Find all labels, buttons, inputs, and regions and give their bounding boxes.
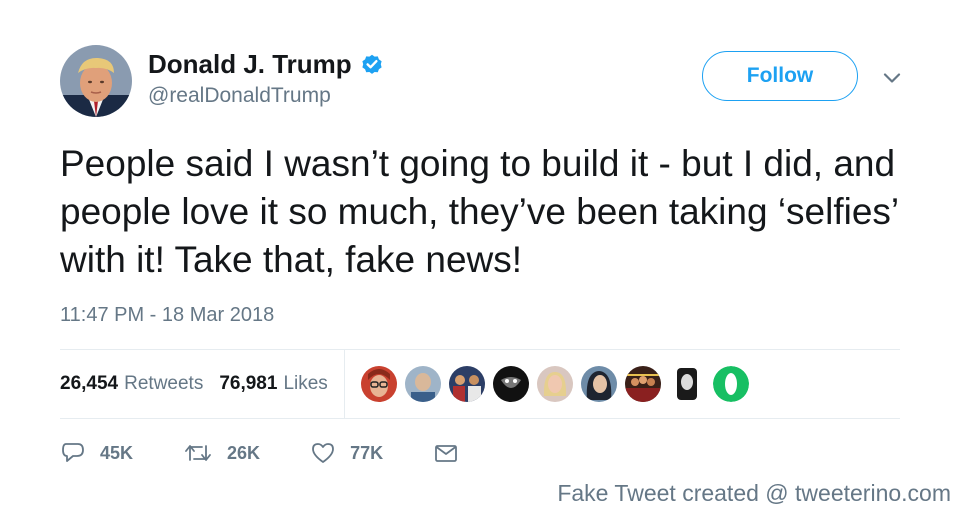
likes-stat[interactable]: 76,981 Likes: [219, 373, 327, 395]
retweets-stat[interactable]: 26,454 Retweets: [60, 373, 203, 395]
stats-separator: [343, 350, 345, 418]
retweets-label: Retweets: [124, 373, 204, 394]
like-count: 77K: [350, 442, 384, 463]
profile-avatar[interactable]: [60, 45, 132, 117]
liker-avatar[interactable]: [624, 366, 661, 402]
likes-count: 76,981: [219, 373, 278, 394]
tweet-card: Donald J. Trump @realDonaldTrump Follow …: [0, 0, 960, 510]
liker-avatar[interactable]: [580, 366, 617, 402]
divider-bottom: [60, 418, 900, 419]
heart-icon: [312, 443, 334, 463]
likes-label: Likes: [283, 373, 328, 394]
reply-icon: [62, 443, 84, 462]
liker-avatar[interactable]: [536, 366, 573, 402]
follow-button[interactable]: Follow: [702, 51, 858, 101]
liker-avatar[interactable]: [360, 366, 397, 402]
envelope-icon: [435, 445, 457, 462]
user-name-row: Donald J. Trump: [148, 48, 384, 80]
like-button[interactable]: 77K: [310, 440, 383, 466]
user-handle[interactable]: @realDonaldTrump: [148, 84, 331, 108]
retweets-count: 26,454: [60, 373, 119, 394]
liker-avatars: [360, 366, 749, 402]
engagement-stats: 26,454 Retweets 76,981 Likes: [60, 350, 900, 418]
liker-avatar[interactable]: [712, 366, 749, 402]
liker-avatar[interactable]: [492, 366, 529, 402]
user-display-name[interactable]: Donald J. Trump: [148, 49, 352, 80]
liker-avatar[interactable]: [668, 366, 705, 402]
reply-count: 45K: [100, 442, 134, 463]
direct-message-button[interactable]: [433, 440, 459, 466]
tweet-timestamp[interactable]: 11:47 PM - 18 Mar 2018: [60, 304, 274, 327]
retweet-count: 26K: [227, 442, 261, 463]
tweet-actions: 45K 26K 77K: [60, 436, 509, 470]
retweet-button[interactable]: 26K: [183, 440, 260, 466]
liker-avatar[interactable]: [448, 366, 485, 402]
chevron-down-icon[interactable]: [880, 66, 904, 90]
liker-avatar[interactable]: [404, 366, 441, 402]
footer-watermark: Fake Tweet created @ tweeterino.com: [557, 480, 951, 506]
retweet-icon: [185, 445, 211, 461]
verified-badge-icon: [362, 54, 382, 74]
reply-button[interactable]: 45K: [60, 440, 133, 466]
tweet-text: People said I wasn’t going to build it -…: [60, 143, 898, 280]
